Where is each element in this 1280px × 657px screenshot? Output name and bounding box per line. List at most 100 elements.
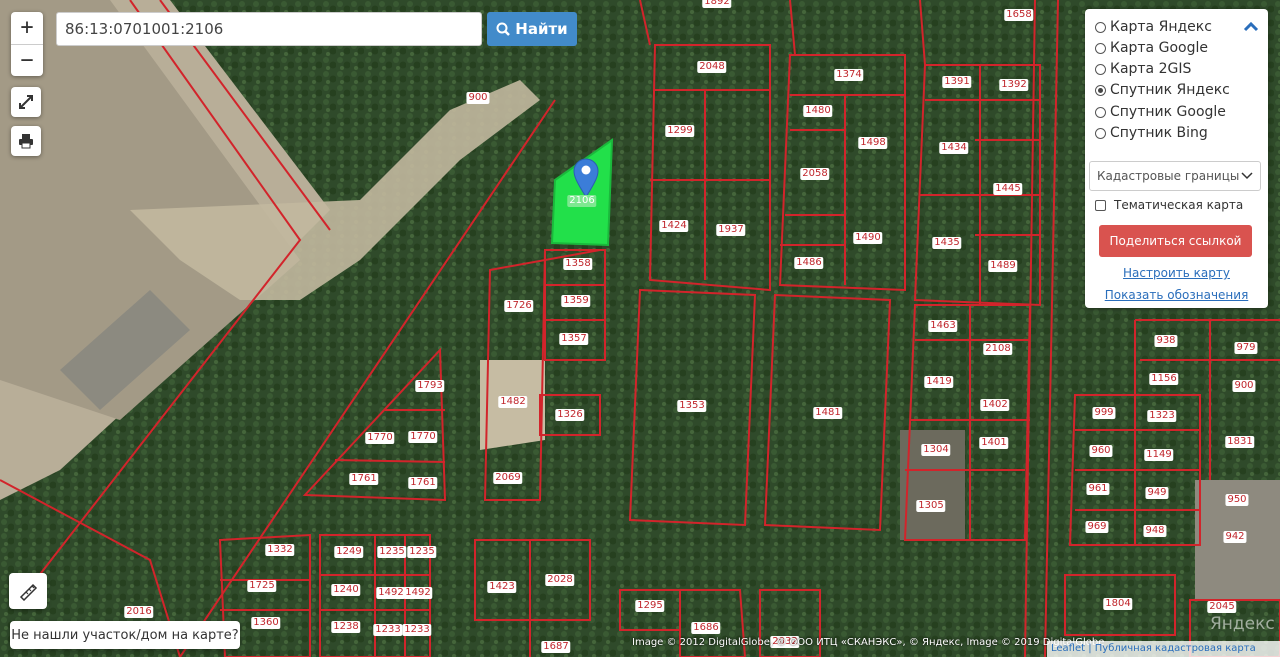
plot-label[interactable]: 1445 (993, 183, 1023, 195)
plot-label[interactable]: 1305 (916, 500, 946, 512)
plot-label[interactable]: 2069 (493, 472, 523, 484)
plot-label[interactable]: 1402 (980, 399, 1010, 411)
zoom-in-button[interactable]: + (11, 12, 43, 44)
plot-label[interactable]: 1492 (376, 587, 406, 599)
plot-label[interactable]: 948 (1143, 525, 1167, 537)
plot-label[interactable]: 1761 (349, 473, 379, 485)
plot-label[interactable]: 1332 (265, 544, 295, 556)
plot-label[interactable]: 1240 (331, 584, 361, 596)
plot-label[interactable]: 1323 (1147, 410, 1177, 422)
plot-label[interactable]: 1463 (928, 320, 958, 332)
plot-label[interactable]: 960 (1089, 445, 1113, 457)
plot-label[interactable]: 1249 (334, 546, 364, 558)
plot-label[interactable]: 1359 (561, 295, 591, 307)
plot-label[interactable]: 1793 (415, 380, 445, 392)
plot-label[interactable]: 1353 (677, 400, 707, 412)
layer-option[interactable]: Карта 2GIS (1095, 61, 1191, 77)
boundaries-select[interactable]: Кадастровые границы (1089, 161, 1261, 191)
layer-radio[interactable] (1095, 63, 1106, 75)
not-found-button[interactable]: Не нашли участок/дом на карте? (10, 621, 240, 649)
plot-label[interactable]: 1238 (331, 621, 361, 633)
layer-option[interactable]: Спутник Google (1095, 104, 1226, 120)
layer-radio[interactable] (1095, 42, 1106, 54)
plot-label[interactable]: 1482 (498, 396, 528, 408)
plot-label[interactable]: 1804 (1103, 598, 1133, 610)
plot-label[interactable]: 1770 (365, 432, 395, 444)
plot-label[interactable]: 1937 (716, 224, 746, 236)
layer-option[interactable]: Карта Google (1095, 40, 1208, 56)
layer-radio[interactable] (1095, 21, 1106, 33)
plot-label[interactable]: 1423 (487, 581, 517, 593)
plot-label[interactable]: 1235 (407, 546, 437, 558)
measure-button[interactable] (9, 573, 47, 609)
share-link-button[interactable]: Поделиться ссылкой (1099, 225, 1252, 257)
layer-radio[interactable] (1095, 127, 1106, 139)
plot-label[interactable]: 1435 (932, 237, 962, 249)
layer-radio[interactable] (1095, 106, 1106, 118)
plot-label[interactable]: 2016 (124, 606, 154, 618)
plot-label[interactable]: 2058 (800, 168, 830, 180)
thematic-checkbox[interactable] (1095, 199, 1106, 211)
layer-radio[interactable] (1095, 84, 1106, 96)
layer-option[interactable]: Спутник Яндекс (1095, 82, 1230, 98)
search-button[interactable]: Найти (487, 12, 577, 46)
plot-label[interactable]: 1156 (1149, 373, 1179, 385)
layer-option[interactable]: Спутник Bing (1095, 125, 1208, 141)
plot-label[interactable]: 1235 (377, 546, 407, 558)
plot-label[interactable]: 1374 (834, 69, 864, 81)
plot-label[interactable]: 1481 (813, 407, 843, 419)
cadastral-search-input[interactable] (56, 12, 482, 46)
plot-label[interactable]: 1434 (939, 142, 969, 154)
plot-label[interactable]: 999 (1092, 407, 1116, 419)
plot-label[interactable]: 1304 (921, 444, 951, 456)
plot-label[interactable]: 1295 (635, 600, 665, 612)
selected-plot-label[interactable]: 2106 (567, 195, 597, 207)
plot-label[interactable]: 1357 (559, 333, 589, 345)
plot-label[interactable]: 942 (1223, 531, 1247, 543)
plot-label[interactable]: 1419 (924, 376, 954, 388)
plot-label[interactable]: 1892 (702, 0, 732, 8)
plot-label[interactable]: 1687 (541, 641, 571, 653)
plot-label[interactable]: 1392 (999, 79, 1029, 91)
plot-label[interactable]: 1326 (555, 409, 585, 421)
plot-label[interactable]: 1480 (803, 105, 833, 117)
plot-label[interactable]: 900 (1232, 380, 1256, 392)
plot-label[interactable]: 1149 (1144, 449, 1174, 461)
plot-label[interactable]: 1658 (1004, 9, 1034, 21)
print-button[interactable] (11, 126, 41, 156)
plot-label[interactable]: 950 (1225, 494, 1249, 506)
chevron-up-icon[interactable] (1243, 19, 1259, 33)
plot-label[interactable]: 1761 (408, 477, 438, 489)
plot-label[interactable]: 969 (1085, 521, 1109, 533)
fullscreen-button[interactable] (11, 87, 41, 117)
plot-label[interactable]: 1831 (1225, 436, 1255, 448)
plot-label[interactable]: 2045 (1207, 601, 1237, 613)
thematic-map-toggle[interactable]: Тематическая карта (1095, 198, 1243, 212)
zoom-out-button[interactable]: − (11, 43, 43, 77)
plot-label[interactable]: 1233 (402, 624, 432, 636)
plot-label[interactable]: 961 (1086, 483, 1110, 495)
plot-label[interactable]: 2108 (983, 343, 1013, 355)
plot-label[interactable]: 938 (1154, 335, 1178, 347)
plot-label[interactable]: 1358 (563, 258, 593, 270)
plot-label[interactable]: 1492 (403, 587, 433, 599)
plot-label[interactable]: 1490 (853, 232, 883, 244)
plot-label[interactable]: 1489 (988, 260, 1018, 272)
plot-label[interactable]: 1486 (794, 257, 824, 269)
plot-label[interactable]: 1726 (504, 300, 534, 312)
plot-label[interactable]: 1725 (247, 580, 277, 592)
plot-label[interactable]: 1424 (659, 220, 689, 232)
plot-label[interactable]: 1299 (665, 125, 695, 137)
plot-label[interactable]: 2028 (545, 574, 575, 586)
plot-label[interactable]: 1401 (979, 437, 1009, 449)
layer-option[interactable]: Карта Яндекс (1095, 19, 1212, 35)
plot-label[interactable]: 900 (466, 92, 490, 104)
map-attribution[interactable]: Leaflet | Публичная кадастровая карта (1047, 641, 1280, 657)
plot-label[interactable]: 1360 (251, 617, 281, 629)
plot-label[interactable]: 1686 (691, 622, 721, 634)
show-legend-link[interactable]: Показать обозначения (1085, 288, 1268, 302)
plot-label[interactable]: 1391 (942, 76, 972, 88)
configure-map-link[interactable]: Настроить карту (1085, 266, 1268, 280)
plot-label[interactable]: 949 (1145, 487, 1169, 499)
plot-label[interactable]: 979 (1234, 342, 1258, 354)
